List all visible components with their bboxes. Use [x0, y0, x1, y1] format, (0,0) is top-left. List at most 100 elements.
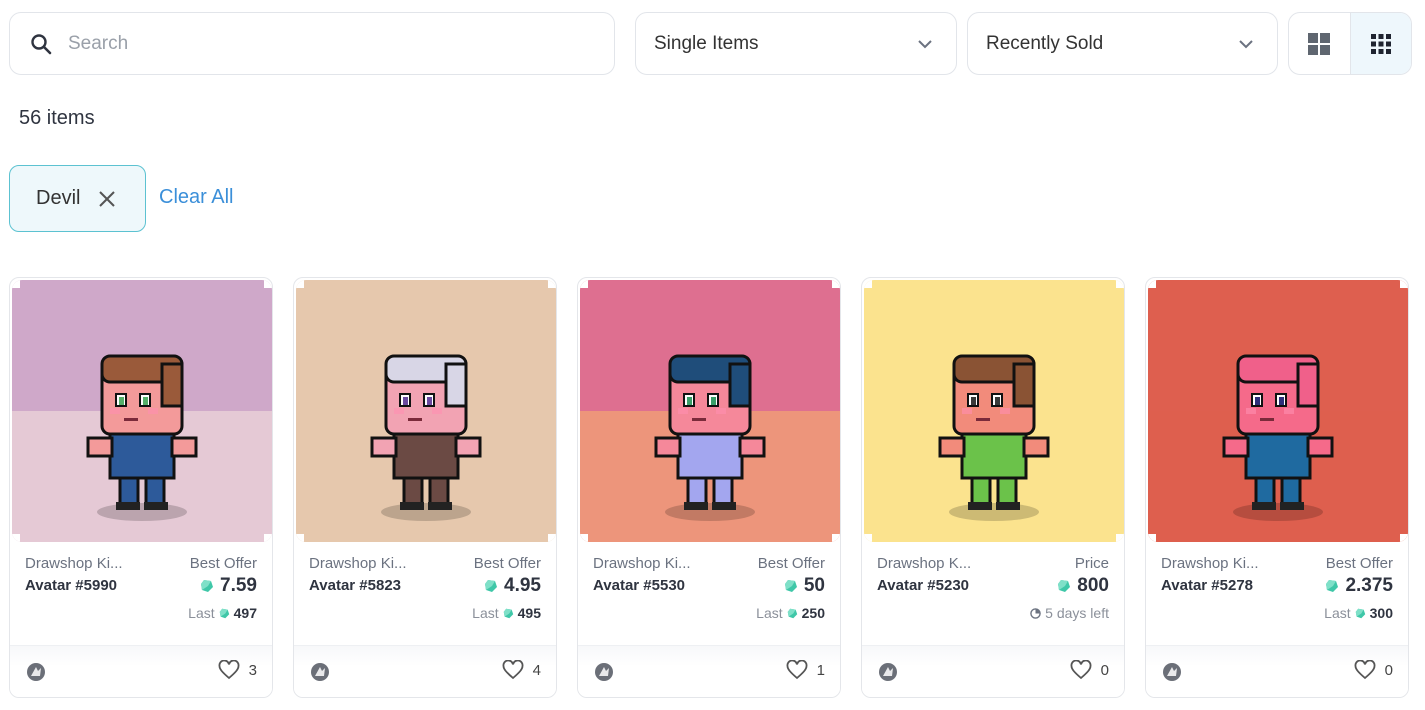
- nft-card[interactable]: Drawshop K... Avatar #5230 Price 800 5 d…: [861, 277, 1125, 698]
- gem-icon: [503, 608, 513, 618]
- last-sale: Last 495: [472, 605, 541, 621]
- heart-icon: [1354, 660, 1376, 680]
- gem-icon: [219, 608, 229, 618]
- search-input[interactable]: [68, 32, 568, 55]
- item-name[interactable]: Avatar #5990: [25, 577, 117, 594]
- clear-all-link[interactable]: Clear All: [159, 186, 233, 209]
- card-footer: 0: [1146, 645, 1408, 697]
- nft-card[interactable]: Drawshop Ki... Avatar #5278 Best Offer 2…: [1145, 277, 1409, 698]
- like-count: 1: [816, 661, 825, 679]
- search-box[interactable]: [9, 12, 615, 75]
- collection-logo-icon: [311, 663, 329, 681]
- collection-name[interactable]: Drawshop Ki...: [309, 555, 407, 572]
- collection-name[interactable]: Drawshop Ki...: [1161, 555, 1259, 572]
- like-count: 0: [1384, 661, 1393, 679]
- collection-name[interactable]: Drawshop K...: [877, 555, 971, 572]
- time-left-text: 5 days left: [1045, 605, 1109, 621]
- gem-icon: [485, 580, 498, 592]
- collection-name[interactable]: Drawshop Ki...: [25, 555, 123, 572]
- price-amount: 2.375: [1345, 575, 1393, 596]
- nft-image[interactable]: [864, 280, 1124, 542]
- item-name[interactable]: Avatar #5530: [593, 577, 685, 594]
- last-price: 300: [1369, 605, 1393, 621]
- price-value: 2.375: [1325, 575, 1393, 597]
- collection-logo-icon: [595, 663, 613, 681]
- collection-logo-icon: [27, 663, 45, 681]
- nft-image[interactable]: [580, 280, 840, 542]
- gem-icon: [784, 580, 797, 592]
- avatar-artwork: [580, 280, 840, 542]
- price-value: 50: [784, 575, 825, 597]
- item-name[interactable]: Avatar #5278: [1161, 577, 1253, 594]
- last-sale: Last 250: [756, 605, 825, 621]
- price-label: Price: [1074, 555, 1109, 572]
- price-value: 7.59: [200, 575, 257, 597]
- gem-icon: [787, 608, 797, 618]
- search-icon: [31, 33, 52, 54]
- collection-name[interactable]: Drawshop Ki...: [593, 555, 691, 572]
- avatar-artwork: [12, 280, 272, 542]
- last-label: Last: [1324, 605, 1351, 621]
- close-icon[interactable]: [98, 190, 116, 208]
- collection-logo-icon: [879, 663, 897, 681]
- clock-icon: [1030, 607, 1041, 619]
- heart-icon: [1070, 660, 1092, 680]
- chevron-down-icon: [918, 39, 932, 48]
- item-name[interactable]: Avatar #5823: [309, 577, 401, 594]
- price-label: Best Offer: [757, 555, 825, 572]
- sort-value: Recently Sold: [986, 32, 1104, 54]
- last-price: 497: [233, 605, 257, 621]
- avatar-artwork: [864, 280, 1124, 542]
- gem-icon: [1326, 580, 1339, 592]
- price-label: Best Offer: [1325, 555, 1393, 572]
- avatar-artwork: [296, 280, 556, 542]
- small-grid-button[interactable]: [1349, 13, 1411, 74]
- gem-icon: [201, 580, 214, 592]
- toolbar: Single Items Recently Sold: [9, 12, 1413, 75]
- time-left: 5 days left: [1030, 605, 1109, 621]
- nft-image[interactable]: [1148, 280, 1408, 542]
- last-sale: Last 497: [188, 605, 257, 621]
- price-amount: 4.95: [504, 575, 541, 596]
- sort-select[interactable]: Recently Sold: [967, 12, 1278, 75]
- item-type-value: Single Items: [654, 32, 759, 54]
- card-footer: 4: [294, 645, 556, 697]
- price-label: Best Offer: [189, 555, 257, 572]
- like-button[interactable]: 0: [1354, 660, 1393, 680]
- like-button[interactable]: 4: [502, 660, 541, 680]
- filter-chip-devil[interactable]: Devil: [9, 165, 146, 232]
- heart-icon: [786, 660, 808, 680]
- item-name[interactable]: Avatar #5230: [877, 577, 969, 594]
- large-grid-icon: [1308, 32, 1331, 55]
- like-count: 4: [532, 661, 541, 679]
- nft-card[interactable]: Drawshop Ki... Avatar #5530 Best Offer 5…: [577, 277, 841, 698]
- like-button[interactable]: 3: [218, 660, 257, 680]
- heart-icon: [218, 660, 240, 680]
- like-button[interactable]: 1: [786, 660, 825, 680]
- price-amount: 800: [1077, 575, 1109, 596]
- last-label: Last: [756, 605, 783, 621]
- like-count: 3: [248, 661, 257, 679]
- nft-card[interactable]: Drawshop Ki... Avatar #5823 Best Offer 4…: [293, 277, 557, 698]
- last-price: 250: [801, 605, 825, 621]
- nft-image[interactable]: [12, 280, 272, 542]
- card-footer: 3: [10, 645, 272, 697]
- card-footer: 0: [862, 645, 1124, 697]
- price-label: Best Offer: [473, 555, 541, 572]
- gem-icon: [1355, 608, 1365, 618]
- heart-icon: [502, 660, 524, 680]
- price-amount: 7.59: [220, 575, 257, 596]
- like-button[interactable]: 0: [1070, 660, 1109, 680]
- view-toggle: [1288, 12, 1412, 75]
- nft-card[interactable]: Drawshop Ki... Avatar #5990 Best Offer 7…: [9, 277, 273, 698]
- avatar-artwork: [1148, 280, 1408, 542]
- gem-icon: [1058, 580, 1071, 592]
- like-count: 0: [1100, 661, 1109, 679]
- large-grid-button[interactable]: [1289, 13, 1350, 74]
- collection-logo-icon: [1163, 663, 1181, 681]
- nft-image[interactable]: [296, 280, 556, 542]
- price-value: 800: [1057, 575, 1109, 597]
- chevron-down-icon: [1239, 39, 1253, 48]
- item-type-select[interactable]: Single Items: [635, 12, 957, 75]
- result-count: 56 items: [19, 107, 95, 129]
